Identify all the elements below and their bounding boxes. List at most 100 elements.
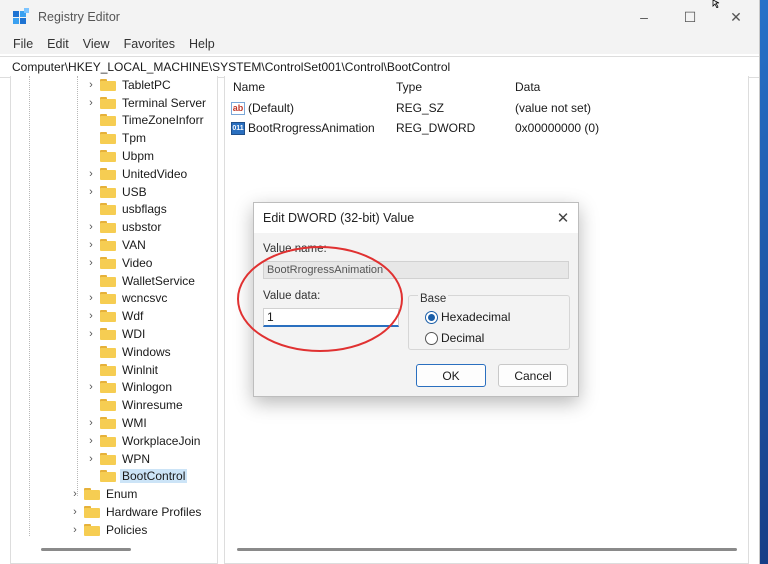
- chevron-right-icon[interactable]: ›: [85, 292, 97, 304]
- value-name: (Default): [248, 101, 295, 115]
- minimize-button[interactable]: –: [621, 0, 667, 34]
- chevron-right-icon[interactable]: ›: [85, 168, 97, 180]
- menu-edit[interactable]: Edit: [40, 37, 76, 51]
- chevron-right-icon[interactable]: ›: [85, 435, 97, 447]
- tree-item-label: Tpm: [122, 131, 146, 146]
- tree-item[interactable]: Winresume: [85, 396, 185, 414]
- tree-item[interactable]: Windows: [85, 343, 173, 361]
- folder-icon: [100, 452, 116, 465]
- menu-favorites[interactable]: Favorites: [117, 37, 182, 51]
- address-bar[interactable]: Computer\HKEY_LOCAL_MACHINE\SYSTEM\Contr…: [0, 56, 759, 78]
- chevron-right-icon[interactable]: ›: [85, 381, 97, 393]
- list-item[interactable]: 011 BootRrogressAnimation REG_DWORD 0x00…: [225, 118, 748, 138]
- folder-icon: [100, 310, 116, 323]
- tree-item[interactable]: › WorkplaceJoin: [85, 432, 202, 450]
- hexadecimal-radio[interactable]: Hexadecimal: [425, 310, 510, 324]
- folder-icon: [100, 185, 116, 198]
- tree-item[interactable]: › Winlogon: [85, 379, 174, 397]
- tree-item[interactable]: › Policies: [69, 521, 149, 539]
- column-header-data[interactable]: Data: [515, 80, 540, 94]
- tree-item[interactable]: › VAN: [85, 236, 148, 254]
- chevron-right-icon[interactable]: ›: [69, 506, 81, 518]
- tree-item[interactable]: › TabletPC: [85, 76, 173, 94]
- chevron-right-icon[interactable]: ›: [85, 310, 97, 322]
- title-bar[interactable]: Registry Editor – ☐ ✕: [0, 0, 759, 34]
- tree-item-label: Winlnit: [122, 362, 159, 377]
- column-header-type[interactable]: Type: [396, 80, 422, 94]
- folder-icon: [100, 434, 116, 447]
- tree-item[interactable]: BootControl: [85, 468, 188, 486]
- value-name-label: Value name:: [263, 243, 327, 255]
- chevron-right-icon[interactable]: ›: [85, 257, 97, 269]
- decimal-label: Decimal: [441, 331, 485, 345]
- folder-icon: [100, 96, 116, 109]
- menu-file[interactable]: File: [6, 37, 40, 51]
- address-path: Computer\HKEY_LOCAL_MACHINE\SYSTEM\Contr…: [12, 60, 451, 74]
- cancel-button[interactable]: Cancel: [498, 364, 568, 387]
- tree-item-label: Winresume: [122, 398, 183, 413]
- close-icon[interactable]: ✕: [548, 209, 578, 227]
- tree-item[interactable]: › USB: [85, 183, 149, 201]
- ok-button[interactable]: OK: [416, 364, 486, 387]
- tree-item-label: usbflags: [122, 202, 167, 217]
- decimal-radio[interactable]: Decimal: [425, 331, 484, 345]
- folder-icon: [100, 274, 116, 287]
- tree-item[interactable]: › Terminal Server: [85, 94, 208, 112]
- key-tree-pane[interactable]: › TabletPC › Terminal Server TimeZoneInforr T…: [10, 76, 218, 564]
- chevron-right-icon[interactable]: ›: [85, 328, 97, 340]
- dialog-title-bar[interactable]: Edit DWORD (32-bit) Value ✕: [254, 203, 578, 233]
- registry-editor-icon: [12, 8, 30, 26]
- window-title: Registry Editor: [38, 10, 120, 24]
- hexadecimal-label: Hexadecimal: [441, 310, 511, 324]
- tree-item[interactable]: › Video: [85, 254, 154, 272]
- maximize-button[interactable]: ☐: [667, 0, 713, 34]
- tree-item[interactable]: Ubpm: [85, 147, 156, 165]
- base-label: Base: [418, 293, 449, 305]
- tree-item[interactable]: › UnitedVideo: [85, 165, 189, 183]
- list-horizontal-scrollbar[interactable]: [237, 548, 737, 551]
- tree-item[interactable]: › WDI: [85, 325, 147, 343]
- chevron-right-icon[interactable]: ›: [85, 221, 97, 233]
- chevron-right-icon[interactable]: ›: [85, 97, 97, 109]
- list-header: Name Type Data: [225, 76, 748, 98]
- chevron-right-icon[interactable]: ›: [85, 417, 97, 429]
- folder-icon: [100, 363, 116, 376]
- tree-horizontal-scrollbar[interactable]: [41, 548, 131, 551]
- folder-icon: [100, 381, 116, 394]
- value-type: REG_DWORD: [396, 121, 476, 135]
- tree-item[interactable]: Tpm: [85, 129, 148, 147]
- folder-icon: [100, 114, 116, 127]
- chevron-right-icon[interactable]: ›: [85, 239, 97, 251]
- tree-item[interactable]: Winlnit: [85, 361, 160, 379]
- folder-icon: [84, 488, 100, 501]
- tree-item[interactable]: WalletService: [85, 272, 197, 290]
- value-data-label: Value data:: [263, 290, 321, 302]
- tree-item-label: Hardware Profiles: [106, 505, 202, 520]
- tree-item-label: WMI: [122, 416, 147, 431]
- menu-help[interactable]: Help: [182, 37, 222, 51]
- tree-item[interactable]: › usbstor: [85, 218, 163, 236]
- column-header-name[interactable]: Name: [233, 80, 265, 94]
- string-value-icon: ab: [231, 101, 245, 115]
- value-data: (value not set): [515, 101, 592, 115]
- menu-view[interactable]: View: [76, 37, 117, 51]
- folder-icon: [100, 78, 116, 91]
- tree-item[interactable]: › WMI: [85, 414, 149, 432]
- folder-icon: [100, 328, 116, 341]
- chevron-right-icon[interactable]: ›: [85, 453, 97, 465]
- tree-item-label: WorkplaceJoin: [122, 433, 201, 448]
- tree-item[interactable]: TimeZoneInforr: [85, 112, 206, 130]
- tree-item[interactable]: › Wdf: [85, 307, 145, 325]
- tree-item[interactable]: › wcncsvc: [85, 290, 169, 308]
- tree-item[interactable]: › Enum: [69, 485, 139, 503]
- tree-item[interactable]: › WPN: [85, 450, 152, 468]
- mouse-cursor-icon: [712, 0, 720, 8]
- tree-item[interactable]: › Hardware Profiles: [69, 503, 203, 521]
- chevron-right-icon[interactable]: ›: [85, 186, 97, 198]
- value-data-input[interactable]: 1: [263, 308, 399, 327]
- chevron-right-icon[interactable]: ›: [69, 524, 81, 536]
- tree-item[interactable]: usbflags: [85, 201, 169, 219]
- chevron-right-icon[interactable]: ›: [69, 488, 81, 500]
- list-item[interactable]: ab (Default) REG_SZ (value not set): [225, 98, 748, 118]
- chevron-right-icon[interactable]: ›: [85, 79, 97, 91]
